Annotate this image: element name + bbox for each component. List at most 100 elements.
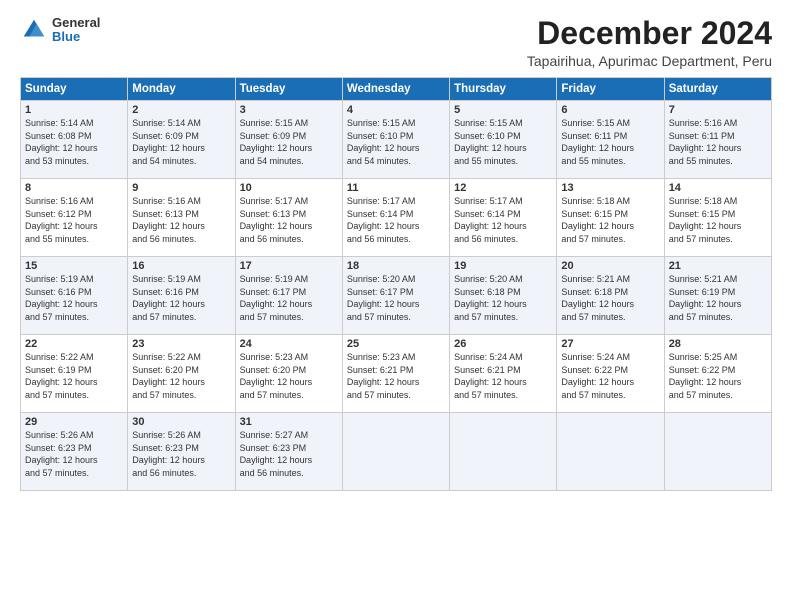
day-info: Sunrise: 5:16 AM Sunset: 6:12 PM Dayligh… <box>25 195 123 245</box>
calendar-cell: 24Sunrise: 5:23 AM Sunset: 6:20 PM Dayli… <box>235 335 342 413</box>
day-info: Sunrise: 5:17 AM Sunset: 6:13 PM Dayligh… <box>240 195 338 245</box>
calendar-cell: 3Sunrise: 5:15 AM Sunset: 6:09 PM Daylig… <box>235 101 342 179</box>
day-info: Sunrise: 5:15 AM Sunset: 6:11 PM Dayligh… <box>561 117 659 167</box>
logo-text: General Blue <box>52 16 100 45</box>
title-block: December 2024 Tapairihua, Apurimac Depar… <box>527 16 772 69</box>
calendar-cell: 6Sunrise: 5:15 AM Sunset: 6:11 PM Daylig… <box>557 101 664 179</box>
day-number: 3 <box>240 104 338 116</box>
day-info: Sunrise: 5:23 AM Sunset: 6:20 PM Dayligh… <box>240 351 338 401</box>
day-number: 2 <box>132 104 230 116</box>
day-info: Sunrise: 5:19 AM Sunset: 6:16 PM Dayligh… <box>132 273 230 323</box>
col-wednesday: Wednesday <box>342 78 449 101</box>
day-info: Sunrise: 5:26 AM Sunset: 6:23 PM Dayligh… <box>25 429 123 479</box>
calendar-cell: 28Sunrise: 5:25 AM Sunset: 6:22 PM Dayli… <box>664 335 771 413</box>
calendar-cell: 9Sunrise: 5:16 AM Sunset: 6:13 PM Daylig… <box>128 179 235 257</box>
logo-blue-text: Blue <box>52 30 100 44</box>
day-number: 24 <box>240 338 338 350</box>
calendar-cell: 29Sunrise: 5:26 AM Sunset: 6:23 PM Dayli… <box>21 413 128 491</box>
day-info: Sunrise: 5:16 AM Sunset: 6:11 PM Dayligh… <box>669 117 767 167</box>
calendar-cell: 5Sunrise: 5:15 AM Sunset: 6:10 PM Daylig… <box>450 101 557 179</box>
calendar-cell <box>342 413 449 491</box>
day-number: 15 <box>25 260 123 272</box>
calendar-week-row: 8Sunrise: 5:16 AM Sunset: 6:12 PM Daylig… <box>21 179 772 257</box>
day-info: Sunrise: 5:21 AM Sunset: 6:18 PM Dayligh… <box>561 273 659 323</box>
col-tuesday: Tuesday <box>235 78 342 101</box>
day-number: 12 <box>454 182 552 194</box>
calendar-week-row: 22Sunrise: 5:22 AM Sunset: 6:19 PM Dayli… <box>21 335 772 413</box>
calendar-cell: 7Sunrise: 5:16 AM Sunset: 6:11 PM Daylig… <box>664 101 771 179</box>
day-info: Sunrise: 5:20 AM Sunset: 6:18 PM Dayligh… <box>454 273 552 323</box>
day-info: Sunrise: 5:16 AM Sunset: 6:13 PM Dayligh… <box>132 195 230 245</box>
calendar-week-row: 15Sunrise: 5:19 AM Sunset: 6:16 PM Dayli… <box>21 257 772 335</box>
day-info: Sunrise: 5:14 AM Sunset: 6:09 PM Dayligh… <box>132 117 230 167</box>
calendar-cell: 20Sunrise: 5:21 AM Sunset: 6:18 PM Dayli… <box>557 257 664 335</box>
day-number: 23 <box>132 338 230 350</box>
day-info: Sunrise: 5:17 AM Sunset: 6:14 PM Dayligh… <box>454 195 552 245</box>
day-info: Sunrise: 5:15 AM Sunset: 6:10 PM Dayligh… <box>454 117 552 167</box>
day-info: Sunrise: 5:25 AM Sunset: 6:22 PM Dayligh… <box>669 351 767 401</box>
calendar-cell: 10Sunrise: 5:17 AM Sunset: 6:13 PM Dayli… <box>235 179 342 257</box>
calendar-cell: 2Sunrise: 5:14 AM Sunset: 6:09 PM Daylig… <box>128 101 235 179</box>
calendar-cell <box>664 413 771 491</box>
day-info: Sunrise: 5:15 AM Sunset: 6:10 PM Dayligh… <box>347 117 445 167</box>
day-info: Sunrise: 5:26 AM Sunset: 6:23 PM Dayligh… <box>132 429 230 479</box>
day-info: Sunrise: 5:21 AM Sunset: 6:19 PM Dayligh… <box>669 273 767 323</box>
calendar-cell: 25Sunrise: 5:23 AM Sunset: 6:21 PM Dayli… <box>342 335 449 413</box>
day-number: 13 <box>561 182 659 194</box>
calendar-week-row: 29Sunrise: 5:26 AM Sunset: 6:23 PM Dayli… <box>21 413 772 491</box>
calendar-cell: 23Sunrise: 5:22 AM Sunset: 6:20 PM Dayli… <box>128 335 235 413</box>
day-number: 4 <box>347 104 445 116</box>
day-number: 28 <box>669 338 767 350</box>
page-container: General Blue December 2024 Tapairihua, A… <box>0 0 792 501</box>
calendar-table: Sunday Monday Tuesday Wednesday Thursday… <box>20 77 772 491</box>
calendar-cell: 4Sunrise: 5:15 AM Sunset: 6:10 PM Daylig… <box>342 101 449 179</box>
day-info: Sunrise: 5:17 AM Sunset: 6:14 PM Dayligh… <box>347 195 445 245</box>
day-info: Sunrise: 5:15 AM Sunset: 6:09 PM Dayligh… <box>240 117 338 167</box>
day-number: 25 <box>347 338 445 350</box>
calendar-cell: 8Sunrise: 5:16 AM Sunset: 6:12 PM Daylig… <box>21 179 128 257</box>
day-number: 8 <box>25 182 123 194</box>
day-info: Sunrise: 5:18 AM Sunset: 6:15 PM Dayligh… <box>561 195 659 245</box>
calendar-cell <box>450 413 557 491</box>
col-friday: Friday <box>557 78 664 101</box>
day-info: Sunrise: 5:19 AM Sunset: 6:16 PM Dayligh… <box>25 273 123 323</box>
calendar-cell: 22Sunrise: 5:22 AM Sunset: 6:19 PM Dayli… <box>21 335 128 413</box>
col-thursday: Thursday <box>450 78 557 101</box>
day-info: Sunrise: 5:23 AM Sunset: 6:21 PM Dayligh… <box>347 351 445 401</box>
calendar-week-row: 1Sunrise: 5:14 AM Sunset: 6:08 PM Daylig… <box>21 101 772 179</box>
day-number: 16 <box>132 260 230 272</box>
calendar-cell: 1Sunrise: 5:14 AM Sunset: 6:08 PM Daylig… <box>21 101 128 179</box>
day-info: Sunrise: 5:22 AM Sunset: 6:20 PM Dayligh… <box>132 351 230 401</box>
day-number: 1 <box>25 104 123 116</box>
day-number: 9 <box>132 182 230 194</box>
day-number: 20 <box>561 260 659 272</box>
page-header: General Blue December 2024 Tapairihua, A… <box>20 16 772 69</box>
calendar-cell: 31Sunrise: 5:27 AM Sunset: 6:23 PM Dayli… <box>235 413 342 491</box>
day-number: 21 <box>669 260 767 272</box>
calendar-cell <box>557 413 664 491</box>
calendar-cell: 13Sunrise: 5:18 AM Sunset: 6:15 PM Dayli… <box>557 179 664 257</box>
calendar-cell: 18Sunrise: 5:20 AM Sunset: 6:17 PM Dayli… <box>342 257 449 335</box>
calendar-cell: 19Sunrise: 5:20 AM Sunset: 6:18 PM Dayli… <box>450 257 557 335</box>
day-number: 26 <box>454 338 552 350</box>
day-info: Sunrise: 5:24 AM Sunset: 6:21 PM Dayligh… <box>454 351 552 401</box>
calendar-cell: 11Sunrise: 5:17 AM Sunset: 6:14 PM Dayli… <box>342 179 449 257</box>
day-number: 29 <box>25 416 123 428</box>
day-number: 10 <box>240 182 338 194</box>
calendar-cell: 21Sunrise: 5:21 AM Sunset: 6:19 PM Dayli… <box>664 257 771 335</box>
calendar-cell: 30Sunrise: 5:26 AM Sunset: 6:23 PM Dayli… <box>128 413 235 491</box>
day-number: 11 <box>347 182 445 194</box>
day-number: 7 <box>669 104 767 116</box>
day-number: 6 <box>561 104 659 116</box>
calendar-cell: 27Sunrise: 5:24 AM Sunset: 6:22 PM Dayli… <box>557 335 664 413</box>
day-info: Sunrise: 5:14 AM Sunset: 6:08 PM Dayligh… <box>25 117 123 167</box>
day-number: 14 <box>669 182 767 194</box>
col-sunday: Sunday <box>21 78 128 101</box>
logo-icon <box>20 16 48 44</box>
day-info: Sunrise: 5:24 AM Sunset: 6:22 PM Dayligh… <box>561 351 659 401</box>
location-subtitle: Tapairihua, Apurimac Department, Peru <box>527 53 772 69</box>
day-number: 27 <box>561 338 659 350</box>
day-number: 30 <box>132 416 230 428</box>
calendar-cell: 12Sunrise: 5:17 AM Sunset: 6:14 PM Dayli… <box>450 179 557 257</box>
day-info: Sunrise: 5:18 AM Sunset: 6:15 PM Dayligh… <box>669 195 767 245</box>
